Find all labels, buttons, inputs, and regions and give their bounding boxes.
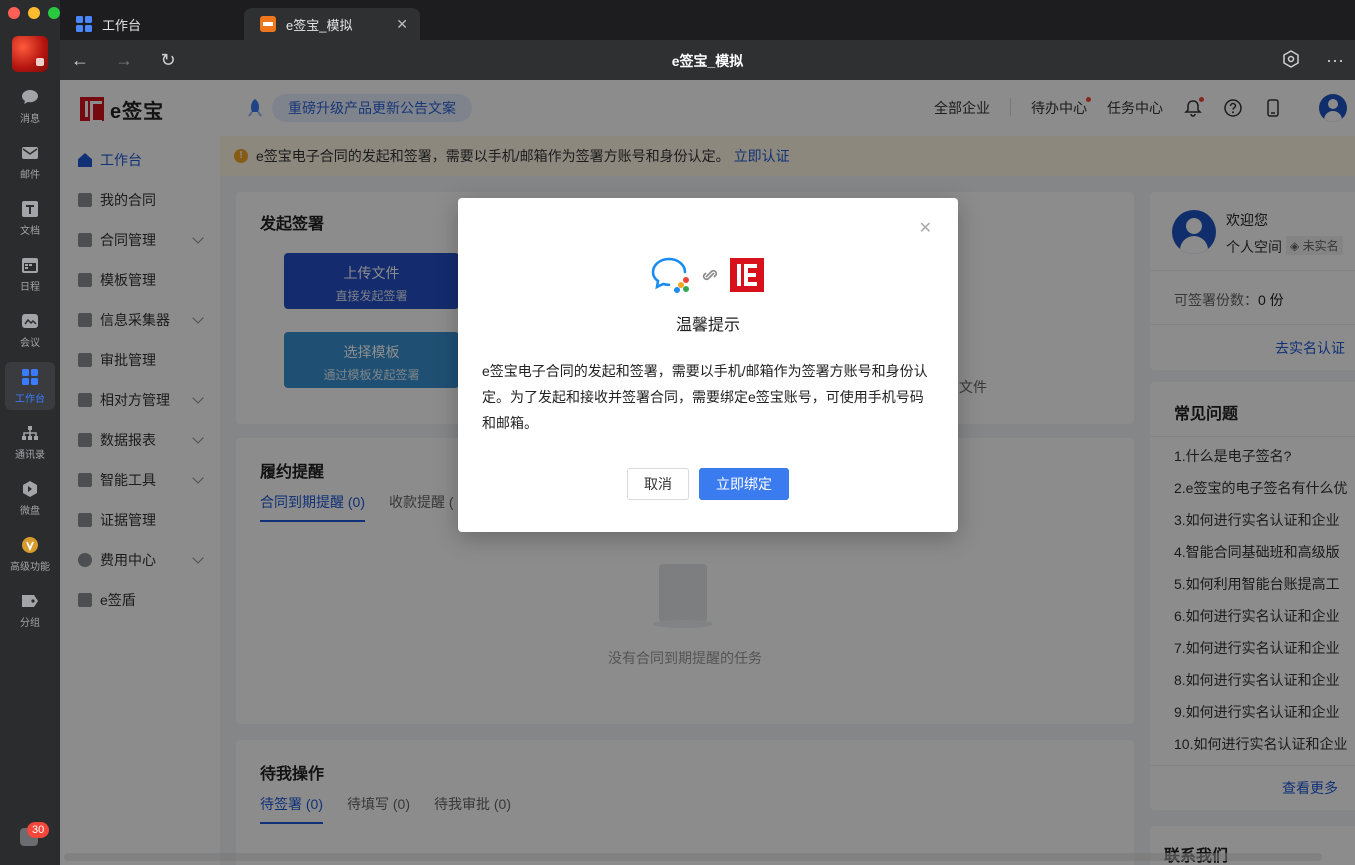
more-icon[interactable]: ··· bbox=[1325, 50, 1345, 70]
app-dock: 消息 邮件 文档 日程 会议 工作台 通讯录 微盘 高级功能 分组 30 bbox=[0, 0, 60, 865]
chat-icon bbox=[20, 87, 40, 107]
dialog-body: e签宝电子合同的发起和签署，需要以手机/邮箱作为签署方账号和身份认定。为了发起和… bbox=[482, 363, 928, 431]
dock-item-mail[interactable]: 邮件 bbox=[5, 138, 55, 186]
notification-badge: 30 bbox=[27, 822, 50, 838]
dock-label: 消息 bbox=[20, 114, 40, 125]
tab-label: 工作台 bbox=[102, 17, 142, 33]
page-title: e签宝_模拟 bbox=[671, 53, 744, 69]
minimize-window-button[interactable] bbox=[28, 7, 40, 19]
window-controls bbox=[8, 7, 60, 19]
dock-label: 分组 bbox=[20, 618, 40, 629]
tab-bar: 工作台 e签宝_模拟 ✕ bbox=[60, 0, 1355, 40]
dock-item-advanced[interactable]: 高级功能 bbox=[5, 530, 55, 578]
dock-label: 通讯录 bbox=[15, 450, 45, 461]
maximize-window-button[interactable] bbox=[48, 7, 60, 19]
wecom-esign-link-logos bbox=[651, 257, 764, 293]
calendar-icon bbox=[20, 255, 40, 275]
dock-label: 会议 bbox=[20, 338, 40, 349]
dock-item-messages[interactable]: 消息 bbox=[5, 82, 55, 130]
contacts-icon bbox=[20, 423, 40, 443]
dock-item-groups[interactable]: 分组 bbox=[5, 586, 55, 634]
esign-logo-icon bbox=[730, 258, 764, 292]
tab-esign[interactable]: e签宝_模拟 ✕ bbox=[244, 8, 420, 40]
close-icon[interactable]: ✕ bbox=[396, 16, 408, 33]
wecom-chat-icon bbox=[651, 257, 689, 293]
tab-workbench[interactable]: 工作台 bbox=[60, 8, 244, 40]
dock-item-docs[interactable]: 文档 bbox=[5, 194, 55, 242]
mail-icon bbox=[20, 143, 40, 163]
tag-icon bbox=[20, 591, 40, 611]
dock-item-contacts[interactable]: 通讯录 bbox=[5, 418, 55, 466]
dock-item-workbench[interactable]: 工作台 bbox=[5, 362, 55, 410]
app-logo-icon bbox=[260, 16, 276, 32]
dock-item-drive[interactable]: 微盘 bbox=[5, 474, 55, 522]
dock-item-calendar[interactable]: 日程 bbox=[5, 250, 55, 298]
avatar[interactable] bbox=[12, 36, 48, 72]
close-window-button[interactable] bbox=[8, 7, 20, 19]
dialog-title: 温馨提示 bbox=[675, 317, 740, 334]
horizontal-scrollbar[interactable] bbox=[64, 853, 1322, 861]
dock-item-meeting[interactable]: 会议 bbox=[5, 306, 55, 354]
cancel-button[interactable]: 取消 bbox=[627, 468, 689, 500]
star-icon bbox=[20, 535, 40, 555]
drive-icon bbox=[20, 479, 40, 499]
grid-icon bbox=[20, 367, 40, 387]
dock-label: 工作台 bbox=[15, 394, 45, 405]
dock-label: 日程 bbox=[20, 282, 40, 293]
dock-label: 文档 bbox=[20, 226, 40, 237]
link-icon bbox=[702, 269, 718, 281]
close-icon[interactable]: ✕ bbox=[919, 218, 932, 238]
dock-label: 高级功能 bbox=[10, 562, 50, 573]
doc-icon bbox=[20, 199, 40, 219]
dock-label: 微盘 bbox=[20, 506, 40, 517]
dock-label: 邮件 bbox=[20, 170, 40, 181]
bind-account-dialog: ✕ 温馨提示 e签宝电子合同的发起和签署，需要以手机/邮箱作为签署方账号和身份认… bbox=[458, 198, 958, 532]
video-icon bbox=[20, 311, 40, 331]
tab-label: e签宝_模拟 bbox=[286, 17, 353, 33]
bind-now-button[interactable]: 立即绑定 bbox=[699, 468, 789, 500]
grid-icon bbox=[76, 16, 92, 32]
settings-hex-icon[interactable] bbox=[1281, 50, 1301, 70]
nav-bar: ← → ↻ e签宝_模拟 ··· bbox=[60, 40, 1355, 80]
